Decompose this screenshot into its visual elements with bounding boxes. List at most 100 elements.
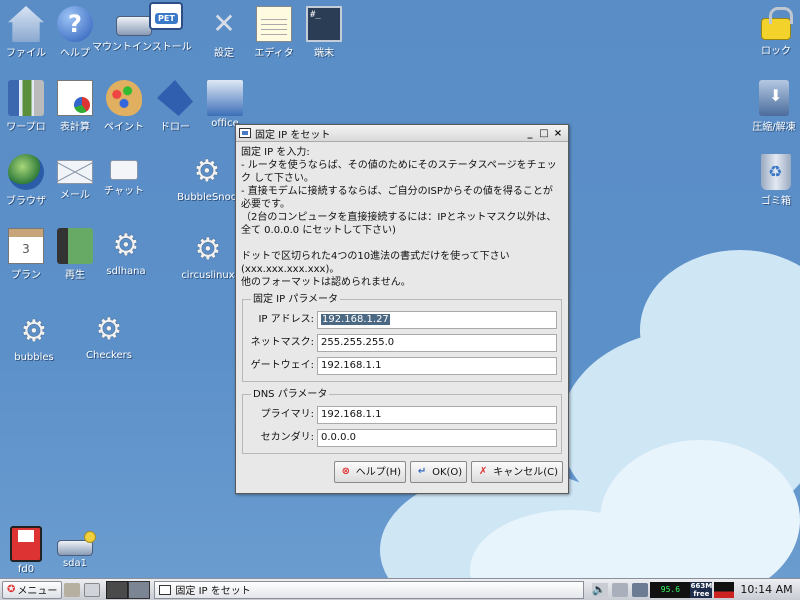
home-folder-icon <box>8 6 44 42</box>
gear-icon: ⚙ <box>20 314 48 349</box>
help-button[interactable]: ⊗ ヘルプ(H) <box>333 461 407 483</box>
load-graph <box>714 581 735 598</box>
palette-icon <box>106 80 142 116</box>
ip-parameters-group: 固定 IP パラメータ IP アドレス: 192.168.1.27 ネットマスク… <box>242 293 562 382</box>
field-label: IP アドレス: <box>258 314 314 325</box>
desktop-icon-pet[interactable] <box>146 2 186 32</box>
chat-icon <box>110 160 138 180</box>
trash-icon <box>761 154 791 190</box>
desktop-icon-label: sda1 <box>62 558 88 569</box>
primary-dns-row: プライマリ: <box>247 403 557 426</box>
gear-icon: ⚙ <box>112 228 140 263</box>
field-label: ネットマスク: <box>250 337 314 348</box>
clock[interactable]: 10:14 AM <box>740 583 792 596</box>
desktop-icon-archive[interactable]: 圧縮/解凍 <box>742 80 800 133</box>
start-menu-button[interactable]: ✪ メニュー <box>2 580 63 599</box>
tools-icon: ✕ <box>212 7 236 40</box>
dialog-title: 固定 IP をセット <box>255 129 331 141</box>
ip-address-row: IP アドレス: 192.168.1.27 <box>247 308 557 331</box>
window-icon <box>239 128 251 138</box>
system-tray: 🔈 95.6 663M free 10:14 AM <box>590 581 793 598</box>
mail-icon <box>57 160 93 184</box>
field-label: プライマリ: <box>260 409 314 420</box>
desktop-icon-lock[interactable]: ロック <box>744 6 800 57</box>
lock-icon <box>761 7 793 40</box>
memory-monitor: 663M free <box>690 581 713 598</box>
cancel-x-icon: ✗ <box>479 466 488 477</box>
gateway-input[interactable] <box>317 356 557 375</box>
dialog-titlebar[interactable]: 固定 IP をセット _ □ × <box>236 125 568 142</box>
desc-line: 全て 0.0.0.0 にセットして下さい) <box>241 225 396 236</box>
desktop-icon-label: チャット <box>104 186 144 197</box>
desc-line: （2台のコンピュータを直接接続するには：IPとネットマスク以外は、 <box>241 212 557 223</box>
menu-icon: ✪ <box>7 584 16 595</box>
gear-icon: ⚙ <box>193 154 221 189</box>
desc-line: 必要です。 <box>241 199 290 210</box>
archive-icon <box>759 80 789 116</box>
enter-arrow-icon: ↵ <box>417 466 427 477</box>
help-icon: ? <box>57 6 93 42</box>
dialog-buttons: ⊗ ヘルプ(H) ↵ OK(O) ✗ キャンセル(C) <box>241 461 563 483</box>
task-button-static-ip[interactable]: 固定 IP をセット <box>154 580 585 599</box>
workspace-1-button[interactable] <box>106 580 129 599</box>
desc-line: - ルータを使うならば、その値のためにそのステータスページをチェッ <box>241 160 557 171</box>
button-label: ヘルプ(H) <box>355 466 402 478</box>
desc-line: ク して下さい。 <box>241 173 314 184</box>
desktop-icon-bubbles[interactable]: ⚙ bubbles <box>2 314 66 363</box>
desktop-icon-office[interactable]: office <box>193 80 257 129</box>
netmask-row: ネットマスク: <box>247 331 557 354</box>
calendar-icon: 3 <box>8 228 44 264</box>
maximize-button[interactable]: □ <box>537 128 551 139</box>
set-static-ip-dialog[interactable]: 固定 IP をセット _ □ × 固定 IP を入力: - ルータを使うならば、… <box>235 124 569 494</box>
button-label: キャンセル(C) <box>493 466 558 478</box>
taskbar: ✪ メニュー 固定 IP をセット 🔈 95.6 663M free 10:14 … <box>0 578 800 600</box>
printer-icon[interactable] <box>612 582 629 597</box>
workspace-2-button[interactable] <box>128 580 151 599</box>
ip-address-input[interactable]: 192.168.1.27 <box>317 310 557 329</box>
gear-icon: ⚙ <box>194 232 222 267</box>
desktop-icon-bubblesnoop[interactable]: ⚙ BubbleSnoo <box>172 154 242 203</box>
quicklaunch-installer-icon[interactable] <box>64 582 81 597</box>
memory-label: free <box>693 589 710 598</box>
desktop-icon-trash[interactable]: ゴミ箱 <box>744 154 800 207</box>
network-icon[interactable] <box>632 582 649 597</box>
cpu-monitor: 95.6 <box>650 581 691 598</box>
button-label: OK(O) <box>432 466 463 478</box>
group-legend: DNS パラメータ <box>251 388 330 401</box>
desktop-icon-label: ゴミ箱 <box>761 196 791 207</box>
desc-line: ドットで区切られた4つの10進法の書式だけを使って下さい <box>241 251 510 262</box>
desktop-icon-label: 圧縮/解凍 <box>752 122 796 133</box>
media-player-icon <box>57 228 93 264</box>
desktop-icon-label: sdlhana <box>106 266 146 277</box>
desktop-icon-sdlhana[interactable]: ⚙ sdlhana <box>94 228 158 277</box>
desktop-icon-chat[interactable]: チャット <box>92 154 156 197</box>
wordprocessor-icon <box>8 80 44 116</box>
ok-button[interactable]: ↵ OK(O) <box>410 461 468 483</box>
close-button[interactable]: × <box>551 128 565 139</box>
group-legend: 固定 IP パラメータ <box>251 293 341 306</box>
selected-text: 192.168.1.27 <box>321 313 390 325</box>
desktop-icon-label: マウントインストール <box>92 42 192 53</box>
office-icon <box>207 80 243 116</box>
draw-icon <box>157 80 193 116</box>
quicklaunch-drive-icon[interactable] <box>84 582 101 597</box>
primary-dns-input[interactable] <box>317 405 557 424</box>
gateway-row: ゲートウェイ: <box>247 354 557 377</box>
desc-line: (xxx.xxx.xxx.xxx)。 <box>241 264 340 275</box>
desktop-icon-sda1[interactable]: sda1 <box>43 526 107 569</box>
desktop-icon-label: bubbles <box>14 352 54 363</box>
desktop-icon-checkers[interactable]: ⚙ Checkers <box>77 312 141 361</box>
netmask-input[interactable] <box>317 333 557 352</box>
secondary-dns-input[interactable] <box>317 428 557 447</box>
minimize-button[interactable]: _ <box>523 128 537 139</box>
window-icon <box>159 584 172 595</box>
desktop-icon-terminal[interactable]: #_ 端末 <box>292 6 356 59</box>
cancel-button[interactable]: ✗ キャンセル(C) <box>471 461 563 483</box>
memory-amount: 663M <box>690 581 713 590</box>
desktop-icon-circuslinux[interactable]: ⚙ circuslinux <box>176 232 240 281</box>
volume-icon[interactable]: 🔈 <box>592 582 609 597</box>
desktop-icon-label: 端末 <box>314 48 334 59</box>
floppy-icon <box>10 526 42 562</box>
field-label: セカンダリ: <box>260 432 314 443</box>
drive-icon <box>57 531 96 556</box>
